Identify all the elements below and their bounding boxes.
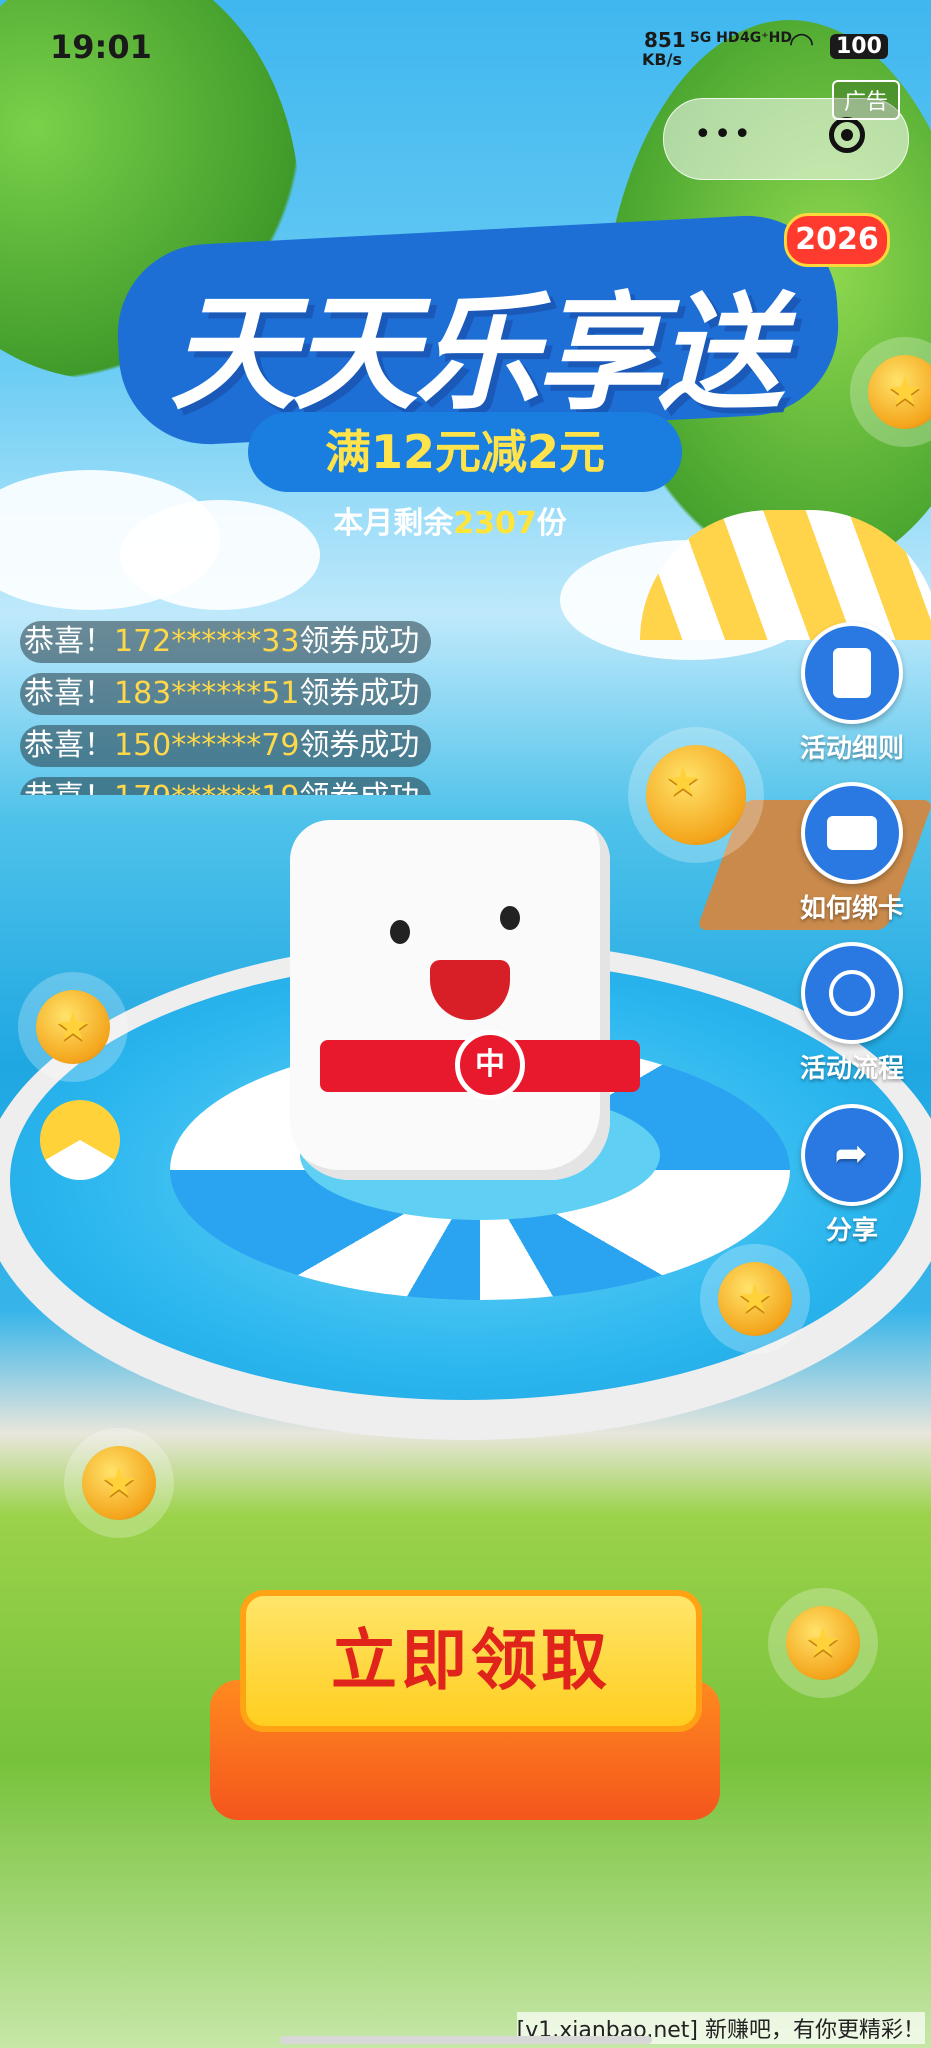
ticker-phone: 179******19: [114, 780, 299, 795]
remaining-suffix: 份: [536, 506, 567, 541]
ticker-prefix: 恭喜！: [24, 624, 114, 659]
more-options-button[interactable]: •••: [694, 117, 753, 152]
coin-bubble-icon: [646, 745, 746, 845]
side-btn-label: 分享: [825, 1216, 878, 1246]
ticker-item: 恭喜！150******79领券成功: [20, 725, 432, 767]
ticker-item: 恭喜！172******33领券成功: [20, 621, 432, 663]
ticker-suffix: 领券成功: [299, 676, 420, 711]
bank-logo-icon: [455, 1030, 525, 1100]
wifi-icon: ◠: [790, 26, 814, 61]
discount-subtitle: 满12元减2元: [248, 412, 682, 492]
remaining-count: 2307: [453, 506, 537, 541]
year-badge: 2026: [784, 213, 890, 267]
ticker-item: 恭喜！179******19领券成功: [20, 777, 432, 795]
cloud-decoration: [120, 500, 320, 610]
side-btn-label: 活动细则: [799, 734, 904, 764]
ticker-item: 恭喜！183******51领券成功: [20, 673, 432, 715]
ad-tag: 广告: [832, 80, 901, 120]
ticker-suffix: 领券成功: [299, 728, 420, 763]
side-btn-process[interactable]: 活动流程: [782, 942, 922, 1085]
page-title: 天天乐享送: [170, 280, 784, 427]
remaining-stock: 本月剩余2307份: [300, 498, 600, 542]
coin-bubble-icon: [82, 1446, 156, 1520]
status-battery: 100: [830, 34, 888, 59]
ticker-phone: 172******33: [114, 624, 300, 659]
ticker-phone: 183******51: [114, 676, 300, 711]
claim-button-label: 立即领取: [331, 1622, 611, 1699]
status-speed-value: 851: [644, 28, 686, 52]
side-btn-bind-card[interactable]: 如何绑卡: [782, 782, 922, 925]
status-network-5g: 5G HD: [690, 30, 740, 46]
claim-button[interactable]: 立即领取: [210, 1590, 720, 1830]
beach-ball: [40, 1100, 120, 1180]
mascot-mouth: [430, 960, 510, 1020]
mascot-eye: [500, 906, 520, 930]
home-indicator[interactable]: [280, 2036, 652, 2044]
remaining-prefix: 本月剩余: [333, 506, 454, 541]
status-time: 19:01: [50, 28, 152, 66]
ticker-phone: 150******79: [114, 728, 300, 763]
ticker-prefix: 恭喜！: [24, 676, 114, 711]
mascot-character: [290, 820, 610, 1180]
credit-card-icon: [801, 782, 903, 884]
winners-ticker: 恭喜！172******33领券成功 恭喜！183******51领券成功 恭喜…: [0, 615, 460, 795]
coin-bubble-icon: [786, 1606, 860, 1680]
process-cycle-icon: [801, 942, 903, 1044]
target-icon: [841, 129, 853, 141]
mascot-eye: [390, 920, 410, 944]
side-btn-rules[interactable]: 活动细则: [782, 622, 922, 765]
status-speed-unit: KB/s: [642, 50, 682, 69]
coin-bubble-icon: [868, 355, 931, 429]
share-arrow-icon: ➦: [801, 1104, 903, 1206]
status-network-4g: 4G⁺HD: [740, 30, 792, 46]
side-btn-share[interactable]: ➦ 分享: [782, 1104, 922, 1247]
ticker-suffix: 领券成功: [299, 780, 419, 795]
side-btn-label: 如何绑卡: [799, 894, 904, 924]
side-btn-label: 活动流程: [799, 1054, 904, 1084]
document-list-icon: [801, 622, 903, 724]
activity-page: 19:01 851 KB/s 5G HD 4G⁺HD ◠ 100 ••• 广告 …: [0, 0, 931, 2048]
ticker-prefix: 恭喜！: [24, 780, 114, 795]
coin-bubble-icon: [36, 990, 110, 1064]
ticker-prefix: 恭喜！: [24, 728, 114, 763]
close-miniprogram-button[interactable]: [829, 117, 865, 153]
coin-bubble-icon: [718, 1262, 792, 1336]
ticker-suffix: 领券成功: [299, 624, 420, 659]
